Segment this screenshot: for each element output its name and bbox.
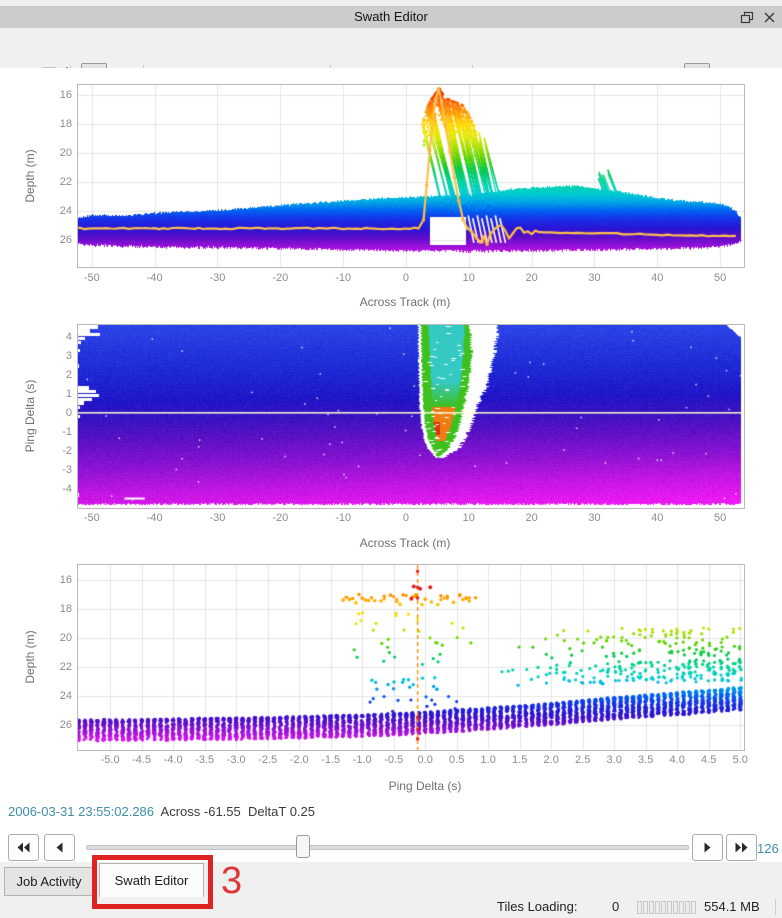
ping-readout: 2006-03-31 23:55:02.286 Across -61.55 De… [8,804,315,819]
ping-slider-track[interactable] [86,845,689,850]
x-tick-label: 40 [651,272,664,284]
x-tick-label: -50 [83,512,100,524]
loading-segment [691,901,696,914]
x-tick-label: 30 [588,272,601,284]
y-tick-label: 0 [65,406,72,419]
tab-job-activity[interactable]: Job Activity [4,867,94,896]
ping-timestamp: 2006-03-31 23:55:02.286 [8,804,155,819]
tab-label: Job Activity [16,874,82,889]
loading-segment [661,901,666,914]
close-window-button[interactable] [759,9,779,26]
loading-segment [643,901,648,914]
y-tick-label: 22 [59,661,72,673]
y-tick-label: -3 [62,463,72,476]
deltat-label: DeltaT [248,804,287,819]
float-window-button[interactable] [737,9,757,26]
tiles-loading-label: Tiles Loading: [497,899,578,914]
x-tick-label: -10 [335,272,352,284]
fast-forward-button[interactable] [726,834,757,861]
x-tick-label: -20 [272,512,289,524]
across-value: -61.55 [203,804,241,819]
x-tick-label: 0 [402,272,410,284]
y-tick-label: 26 [59,719,72,732]
close-icon [763,11,776,24]
float-icon [740,11,754,24]
x-tick-label: -30 [209,512,226,524]
y-tick-label: 4 [65,330,72,343]
loading-segment [685,901,690,914]
y-tick-label: 2 [65,368,72,381]
titlebar[interactable]: Swath Editor [0,6,782,28]
x-tick-label: -30 [209,272,226,284]
loading-segment [637,901,642,914]
toolbar [0,28,782,89]
y-tick-label: 1 [65,387,72,400]
y-axis-title: Depth (m) [23,630,37,684]
across-track-depth-plot[interactable] [77,84,745,268]
y-tick-label: 24 [59,205,72,218]
step-forward-icon [703,841,712,854]
deltat-value: 0.25 [289,804,315,819]
x-axis-title: Across Track (m) [359,295,451,309]
loading-segment [655,901,660,914]
rewind-button[interactable] [8,834,39,861]
loading-segment [649,901,654,914]
x-tick-label: 10 [462,512,475,524]
loading-segment [667,901,672,914]
tiles-loading-value: 0 [612,899,620,914]
ping-count: 126 [757,841,779,856]
y-tick-label: 18 [59,118,72,130]
ping-slider-handle[interactable] [296,835,310,858]
across-label: Across [160,804,201,819]
y-tick-label: -1 [62,425,72,438]
y-tick-label: 22 [59,176,72,189]
x-tick-label: -10 [335,512,352,524]
swath-editor-window: Swath Editor Across Track (m) Across Tra… [0,0,782,918]
loading-segment [673,901,678,914]
statusbar-separator [775,899,776,915]
y-axis-title: Ping Delta (s) [23,379,37,453]
y-tick-label: 16 [59,573,72,586]
y-tick-label: 24 [59,690,72,703]
y-tick-label: 16 [59,89,72,101]
x-tick-label: 30 [588,512,601,524]
x-axis-title: Across Track (m) [359,536,451,550]
loading-segments [637,901,696,914]
x-tick-label: 20 [525,512,538,524]
step-forward-button[interactable] [692,834,723,861]
annotation-box [92,855,213,909]
step-back-button[interactable] [44,834,75,861]
x-tick-label: 5.0 [732,754,748,766]
x-tick-label: 40 [651,512,664,524]
y-tick-label: 3 [65,349,72,362]
x-tick-label: 50 [713,272,727,284]
x-tick-label: -40 [146,512,163,524]
y-tick-label: -2 [62,444,72,457]
x-tick-label: -40 [146,272,163,284]
y-tick-label: 18 [59,602,72,615]
y-tick-label: 26 [59,234,72,247]
y-tick-label: 20 [59,631,72,644]
x-tick-label: 20 [525,272,538,284]
x-axis-title: Ping Delta (s) [388,779,462,793]
across-track-pingdelta-plot[interactable] [77,324,745,509]
x-tick-label: 50 [713,512,727,524]
x-tick-label: 10 [462,272,475,284]
y-tick-label: 20 [59,147,72,159]
y-axis-title: Depth (m) [23,149,37,203]
step-back-icon [55,841,64,854]
x-tick-label: 0 [402,512,410,524]
window-title: Swath Editor [354,9,428,24]
x-tick-label: -20 [272,272,289,284]
y-tick-label: -4 [62,482,72,495]
memory-usage: 554.1 MB [704,899,760,914]
pingdelta-depth-plot[interactable] [77,564,745,751]
loading-segment [679,901,684,914]
rewind-icon [16,841,31,854]
fast-forward-icon [734,841,749,854]
x-tick-label: -50 [83,272,100,284]
annotation-number: 3 [221,860,243,902]
